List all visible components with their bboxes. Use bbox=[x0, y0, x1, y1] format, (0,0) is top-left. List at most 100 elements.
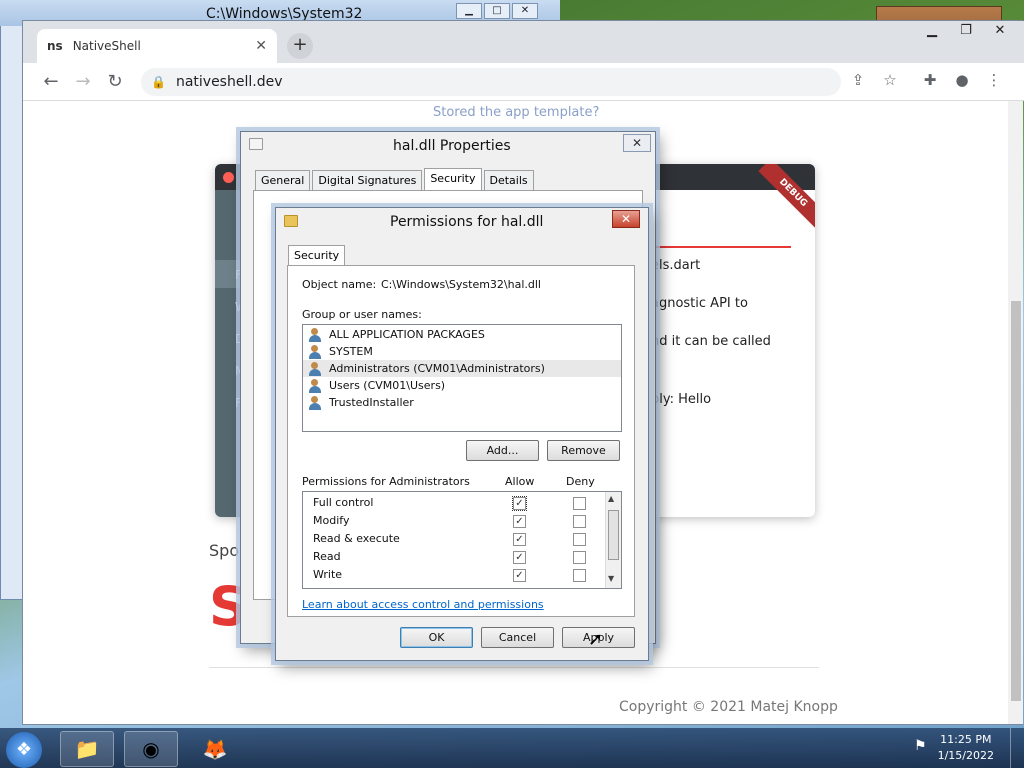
minimize-icon[interactable]: ▁ bbox=[918, 23, 946, 43]
scroll-thumb[interactable] bbox=[1011, 301, 1021, 701]
start-button-icon[interactable]: ❖ bbox=[6, 732, 42, 768]
tab-details[interactable]: Details bbox=[483, 170, 534, 190]
permissions-scrollbar[interactable]: ▲ ▼ bbox=[605, 492, 621, 588]
minimize-icon[interactable]: ▁ bbox=[456, 3, 482, 19]
user-icon bbox=[309, 395, 325, 410]
deny-checkbox[interactable] bbox=[573, 497, 586, 510]
add-button[interactable]: Add... bbox=[466, 440, 539, 461]
app-text-line: ply: Hello bbox=[651, 392, 712, 407]
properties-title: hal.dll Properties bbox=[393, 138, 511, 154]
page-scrollbar[interactable] bbox=[1008, 101, 1023, 724]
permission-name: Write bbox=[313, 568, 343, 581]
tab-title: NativeShell bbox=[72, 39, 141, 53]
user-icon bbox=[309, 378, 325, 393]
share-icon[interactable]: ⇪ bbox=[847, 71, 869, 89]
user-icon bbox=[309, 361, 325, 376]
group-label: Group or user names: bbox=[302, 308, 422, 321]
tab-nativeshell[interactable]: ns NativeShell ✕ bbox=[37, 29, 277, 63]
close-icon[interactable]: ✕ bbox=[986, 23, 1014, 43]
tab-general[interactable]: General bbox=[255, 170, 311, 190]
allow-checkbox[interactable]: ✓ bbox=[513, 551, 526, 564]
page-heading-faded: Stored the app template? bbox=[433, 105, 600, 120]
allow-header: Allow bbox=[505, 475, 535, 488]
allow-checkbox[interactable]: ✓ bbox=[512, 496, 527, 511]
tab-security[interactable]: Security bbox=[424, 168, 482, 190]
permissions-for-label: Permissions for Administrators bbox=[302, 475, 470, 488]
properties-close-icon[interactable]: ✕ bbox=[623, 134, 651, 152]
scroll-thumb[interactable] bbox=[608, 510, 619, 560]
allow-checkbox[interactable]: ✓ bbox=[513, 515, 526, 528]
explorer-taskbar-icon[interactable]: 📁 bbox=[60, 731, 114, 767]
profile-icon[interactable]: ● bbox=[951, 71, 973, 89]
scroll-up-icon[interactable]: ▲ bbox=[608, 494, 614, 503]
list-item[interactable]: TrustedInstaller bbox=[303, 394, 621, 411]
footer-divider bbox=[209, 667, 819, 668]
clock-date: 1/15/2022 bbox=[937, 749, 994, 762]
url-text: nativeshell.dev bbox=[175, 74, 283, 90]
firefox-taskbar-icon[interactable]: 🦊 bbox=[188, 731, 242, 767]
copyright-text: Copyright © 2021 Matej Knopp bbox=[619, 699, 838, 715]
ok-button[interactable]: OK bbox=[400, 627, 473, 648]
object-name-value: C:\Windows\System32\hal.dll bbox=[381, 278, 541, 291]
list-item[interactable]: Users (CVM01\Users) bbox=[303, 377, 621, 394]
permissions-dialog: Permissions for hal.dll ✕ Security Objec… bbox=[275, 207, 649, 661]
back-icon[interactable]: ← bbox=[39, 71, 63, 92]
deny-checkbox[interactable] bbox=[573, 551, 586, 564]
forward-icon[interactable]: → bbox=[71, 71, 95, 92]
file-icon bbox=[249, 138, 263, 150]
list-item[interactable]: SYSTEM bbox=[303, 343, 621, 360]
star-icon[interactable]: ☆ bbox=[879, 71, 901, 89]
close-icon[interactable]: ✕ bbox=[512, 3, 538, 19]
app-text-line: els.dart bbox=[651, 258, 701, 273]
tab-favicon: ns bbox=[47, 39, 63, 53]
tab-close-icon[interactable]: ✕ bbox=[255, 38, 267, 54]
background-window-controls: ▁ □ ✕ bbox=[456, 3, 538, 21]
cancel-button[interactable]: Cancel bbox=[481, 627, 554, 648]
address-bar[interactable]: 🔒 nativeshell.dev bbox=[141, 68, 841, 96]
allow-checkbox[interactable]: ✓ bbox=[513, 533, 526, 546]
new-tab-icon[interactable]: + bbox=[287, 33, 313, 59]
list-item[interactable]: Administrators (CVM01\Administrators) bbox=[303, 360, 621, 377]
permission-name: Read bbox=[313, 550, 341, 563]
permission-name: Read & execute bbox=[313, 532, 400, 545]
clock-time: 11:25 PM bbox=[940, 733, 992, 746]
close-dot-icon bbox=[223, 172, 234, 183]
browser-window-controls: ▁ ❐ ✕ bbox=[918, 23, 1014, 43]
maximize-icon[interactable]: □ bbox=[484, 3, 510, 19]
user-icon bbox=[309, 344, 325, 359]
access-control-link[interactable]: Learn about access control and permissio… bbox=[302, 598, 544, 611]
deny-checkbox[interactable] bbox=[573, 569, 586, 582]
allow-checkbox[interactable]: ✓ bbox=[513, 569, 526, 582]
group-icon bbox=[309, 327, 325, 342]
clock[interactable]: 11:25 PM 1/15/2022 bbox=[938, 732, 994, 764]
permissions-title: Permissions for hal.dll bbox=[390, 214, 544, 230]
tab-digital-signatures[interactable]: Digital Signatures bbox=[312, 170, 423, 190]
maximize-icon[interactable]: ❐ bbox=[952, 23, 980, 43]
network-icon[interactable]: ⚑ bbox=[914, 738, 927, 754]
mouse-cursor-icon: ➚ bbox=[588, 629, 604, 650]
permissions-list[interactable]: Full control ✓ Modify ✓ Read & execute ✓… bbox=[302, 491, 622, 589]
extensions-icon[interactable]: ✚ bbox=[919, 71, 941, 89]
remove-button[interactable]: Remove bbox=[547, 440, 620, 461]
user-list[interactable]: ALL APPLICATION PACKAGES SYSTEM Administ… bbox=[302, 324, 622, 432]
app-text-line: nd it can be called bbox=[651, 334, 771, 349]
list-item[interactable]: ALL APPLICATION PACKAGES bbox=[303, 326, 621, 343]
object-name-label: Object name: bbox=[302, 278, 377, 291]
permissions-close-icon[interactable]: ✕ bbox=[612, 210, 640, 228]
chrome-taskbar-icon[interactable]: ◉ bbox=[124, 731, 178, 767]
scroll-down-icon[interactable]: ▼ bbox=[608, 574, 614, 583]
properties-tabs: General Digital Signatures Security Deta… bbox=[255, 168, 534, 190]
permission-name: Full control bbox=[313, 496, 374, 509]
sponsor-heading: Spo bbox=[209, 541, 240, 560]
deny-header: Deny bbox=[566, 475, 595, 488]
deny-checkbox[interactable] bbox=[573, 533, 586, 546]
menu-icon[interactable]: ⋮ bbox=[983, 71, 1005, 89]
app-text-line: agnostic API to bbox=[651, 296, 748, 311]
permission-name: Modify bbox=[313, 514, 350, 527]
reload-icon[interactable]: ↻ bbox=[103, 71, 127, 92]
deny-checkbox[interactable] bbox=[573, 515, 586, 528]
show-desktop-button[interactable] bbox=[1010, 728, 1024, 768]
lock-icon[interactable]: 🔒 bbox=[151, 75, 166, 89]
folder-icon bbox=[284, 215, 298, 227]
tab-security[interactable]: Security bbox=[288, 245, 346, 267]
